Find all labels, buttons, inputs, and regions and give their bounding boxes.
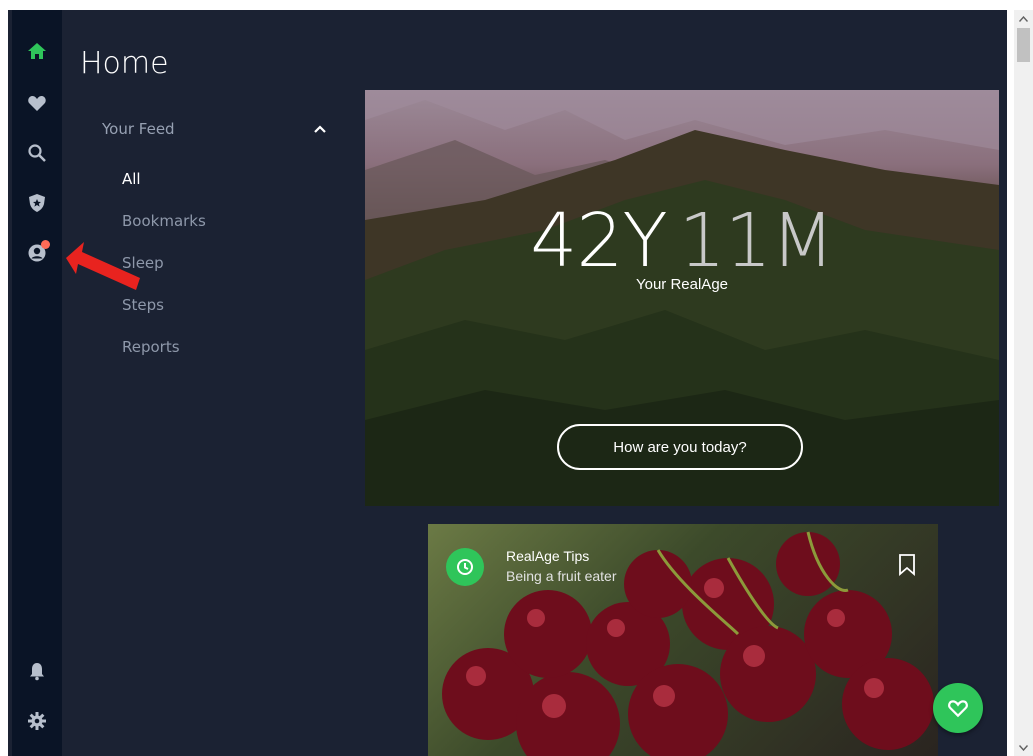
heart-fab-button[interactable] [933, 683, 983, 733]
realage-years: 42Y [530, 198, 667, 284]
vertical-scrollbar[interactable] [1014, 10, 1033, 756]
tip-subtitle: Being a fruit eater [506, 568, 617, 584]
search-icon[interactable] [26, 142, 48, 164]
realage-tip-card[interactable]: RealAge Tips Being a fruit eater [428, 524, 938, 756]
realage-value: 42Y 11M [365, 198, 999, 284]
gear-icon[interactable] [26, 710, 48, 732]
home-icon[interactable] [26, 40, 48, 62]
realage-months: 11M [678, 198, 835, 284]
tip-title: RealAge Tips [506, 548, 590, 564]
how-are-you-today-button[interactable]: How are you today? [557, 424, 803, 470]
heart-outline-icon [948, 700, 968, 718]
shield-star-icon[interactable] [26, 192, 48, 214]
cherries-image [442, 531, 934, 756]
notification-dot [41, 240, 50, 249]
scroll-down-icon[interactable] [1014, 739, 1033, 756]
bell-icon[interactable] [26, 660, 48, 682]
feed-nav-list: All Bookmarks Sleep Steps Reports [122, 170, 206, 380]
profile-icon[interactable] [26, 240, 50, 264]
feed-item-sleep[interactable]: Sleep [122, 254, 206, 296]
icon-rail [12, 10, 62, 756]
realage-hero-card: 42Y 11M Your RealAge How are you today? [365, 90, 999, 506]
history-icon [446, 548, 484, 586]
scroll-up-icon[interactable] [1014, 10, 1033, 27]
feed-item-steps[interactable]: Steps [122, 296, 206, 338]
feed-header-label: Your Feed [102, 120, 175, 138]
feed-item-reports[interactable]: Reports [122, 338, 206, 380]
feed-item-all[interactable]: All [122, 170, 206, 212]
heart-icon[interactable] [26, 92, 48, 114]
bookmark-icon[interactable] [898, 554, 916, 576]
chevron-up-icon[interactable] [313, 122, 327, 136]
app-window: Home Your Feed All Bookmarks Sleep Steps… [8, 10, 1007, 756]
feed-header[interactable]: Your Feed [102, 120, 327, 138]
realage-caption: Your RealAge [635, 276, 728, 293]
feed-item-bookmarks[interactable]: Bookmarks [122, 212, 206, 254]
page-title: Home [80, 46, 169, 81]
scroll-thumb[interactable] [1017, 28, 1030, 62]
